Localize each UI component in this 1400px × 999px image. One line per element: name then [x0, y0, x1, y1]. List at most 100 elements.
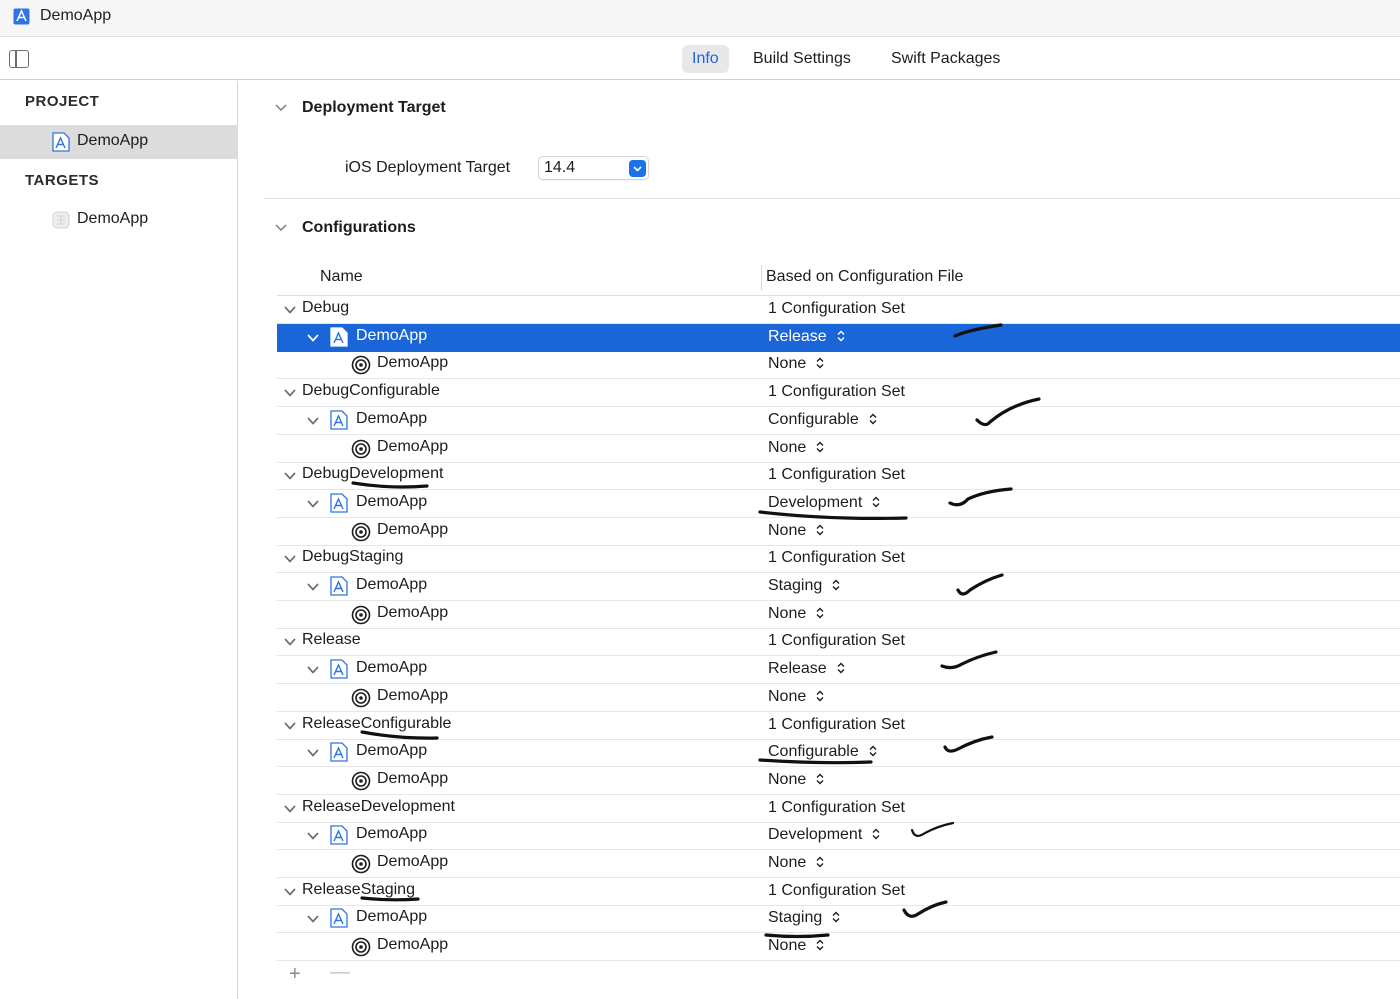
project-name: DemoApp	[356, 742, 428, 760]
target-configuration-row[interactable]: DemoApp None	[277, 850, 1400, 878]
project-configuration-row[interactable]: DemoApp Configurable	[277, 407, 1400, 435]
chevron-down-icon[interactable]	[307, 582, 319, 592]
target-configuration-row[interactable]: DemoApp None	[277, 767, 1400, 795]
based-on-column-header[interactable]: Based on Configuration File	[766, 268, 963, 286]
config-file-popup[interactable]: None	[768, 522, 824, 540]
chevron-down-icon[interactable]	[275, 222, 287, 234]
chevron-down-icon[interactable]	[307, 914, 319, 924]
configuration-row[interactable]: ReleaseDevelopment 1 Configuration Set	[277, 795, 1400, 823]
target-configuration-row[interactable]: DemoApp None	[277, 351, 1400, 380]
project-configuration-row[interactable]: DemoApp Release	[277, 323, 1400, 352]
ios-deployment-target-label: iOS Deployment Target	[345, 159, 511, 176]
configuration-row[interactable]: ReleaseStaging 1 Configuration Set	[277, 878, 1400, 906]
chevron-down-icon[interactable]	[284, 388, 296, 398]
config-file-popup[interactable]: None	[768, 605, 824, 623]
chevron-down-icon[interactable]	[284, 637, 296, 647]
sidebar-item-target[interactable]: DemoApp	[0, 203, 238, 237]
config-file-popup[interactable]: Configurable	[768, 411, 877, 429]
project-configuration-row[interactable]: DemoApp Development	[277, 822, 1400, 851]
target-name: DemoApp	[377, 853, 449, 870]
configuration-row[interactable]: ReleaseConfigurable 1 Configuration Set	[277, 712, 1400, 740]
project-info-editor: Deployment Target iOS Deployment Target …	[239, 81, 1400, 999]
target-icon	[351, 355, 371, 375]
chevron-down-icon[interactable]	[284, 804, 296, 814]
target-configuration-row[interactable]: DemoApp None	[277, 518, 1400, 546]
popup-stepper-icon	[816, 524, 824, 536]
target-name: DemoApp	[377, 520, 449, 538]
config-file-popup[interactable]: None	[768, 854, 824, 872]
target-configuration-row[interactable]: DemoApp None	[277, 684, 1400, 712]
config-file-popup[interactable]: None	[768, 937, 824, 955]
name-column-header[interactable]: Name	[320, 268, 363, 286]
tab-info[interactable]: Info	[682, 45, 729, 73]
config-file-popup[interactable]: Configurable	[768, 743, 877, 761]
project-configuration-row[interactable]: DemoApp Staging	[277, 573, 1400, 601]
config-file-popup[interactable]: Release	[768, 660, 845, 678]
chevron-down-icon[interactable]	[307, 499, 319, 509]
project-file-icon	[330, 493, 348, 513]
target-icon	[351, 688, 371, 708]
target-name: DemoApp	[377, 603, 449, 621]
project-file-icon	[330, 908, 348, 929]
chevron-down-icon[interactable]	[284, 471, 296, 481]
configuration-row[interactable]: DebugStaging 1 Configuration Set	[277, 545, 1400, 574]
chevron-down-icon[interactable]	[307, 748, 319, 758]
configuration-row[interactable]: DebugDevelopment 1 Configuration Set	[277, 462, 1400, 491]
chevron-down-icon[interactable]	[307, 831, 319, 841]
config-file-value: None	[768, 937, 807, 955]
sidebar-item-project[interactable]: DemoApp	[0, 125, 238, 159]
chevron-down-icon[interactable]	[307, 333, 319, 343]
chevron-down-icon[interactable]	[284, 305, 296, 315]
target-configuration-row[interactable]: DemoApp None	[277, 435, 1400, 463]
configuration-row[interactable]: DebugConfigurable 1 Configuration Set	[277, 379, 1400, 408]
project-configuration-row[interactable]: DemoApp Release	[277, 656, 1400, 685]
tab-build-settings[interactable]: Build Settings	[743, 45, 861, 73]
config-file-popup[interactable]: Staging	[768, 909, 840, 927]
config-file-value: Staging	[768, 577, 823, 594]
tab-swift-packages[interactable]: Swift Packages	[881, 45, 1010, 73]
config-file-popup[interactable]: Development	[768, 826, 880, 844]
project-configuration-row[interactable]: DemoApp Configurable	[277, 739, 1400, 768]
config-file-popup[interactable]: None	[768, 355, 824, 373]
configuration-summary: 1 Configuration Set	[768, 466, 905, 484]
target-icon	[351, 439, 371, 459]
config-file-popup[interactable]: None	[768, 439, 824, 457]
config-file-popup[interactable]: Development	[768, 494, 880, 512]
project-name: DemoApp	[356, 492, 428, 510]
chevron-down-icon[interactable]	[307, 416, 319, 426]
config-file-value: None	[768, 770, 807, 788]
chevron-down-icon[interactable]	[284, 887, 296, 897]
project-file-icon	[330, 825, 348, 845]
project-configuration-row[interactable]: DemoApp Staging	[277, 905, 1400, 934]
chevron-down-icon[interactable]	[307, 665, 319, 675]
configuration-name: DebugStaging	[302, 548, 404, 566]
section-divider	[264, 198, 1400, 199]
popup-stepper-icon	[832, 911, 840, 923]
popup-stepper-icon	[816, 773, 824, 785]
project-name: DemoApp	[356, 576, 428, 593]
target-icon	[351, 522, 371, 542]
target-configuration-row[interactable]: DemoApp None	[277, 601, 1400, 629]
config-file-popup[interactable]: Release	[768, 328, 845, 346]
project-file-icon	[52, 132, 70, 152]
target-name: DemoApp	[377, 437, 449, 455]
configuration-row[interactable]: Debug 1 Configuration Set	[277, 296, 1400, 324]
ios-deployment-target-popup[interactable]: 14.4	[538, 156, 649, 180]
chevron-down-icon[interactable]	[275, 102, 287, 114]
configuration-name: DebugDevelopment	[302, 465, 444, 483]
chevron-down-icon[interactable]	[284, 554, 296, 564]
configuration-row[interactable]: Release 1 Configuration Set	[277, 628, 1400, 657]
target-configuration-row[interactable]: DemoApp None	[277, 933, 1400, 962]
config-file-value: Development	[768, 493, 863, 511]
window-title: DemoApp	[40, 7, 112, 24]
chevron-down-icon[interactable]	[284, 721, 296, 731]
config-file-popup[interactable]: Staging	[768, 577, 840, 595]
remove-configuration-button[interactable]: —	[330, 961, 350, 984]
sidebar-toggle-icon[interactable]	[9, 50, 29, 68]
project-file-icon	[330, 410, 348, 430]
config-file-popup[interactable]: None	[768, 688, 824, 706]
config-file-popup[interactable]: None	[768, 771, 824, 789]
add-configuration-button[interactable]: +	[289, 963, 301, 986]
chevron-down-icon	[629, 160, 646, 177]
project-configuration-row[interactable]: DemoApp Development	[277, 490, 1400, 518]
